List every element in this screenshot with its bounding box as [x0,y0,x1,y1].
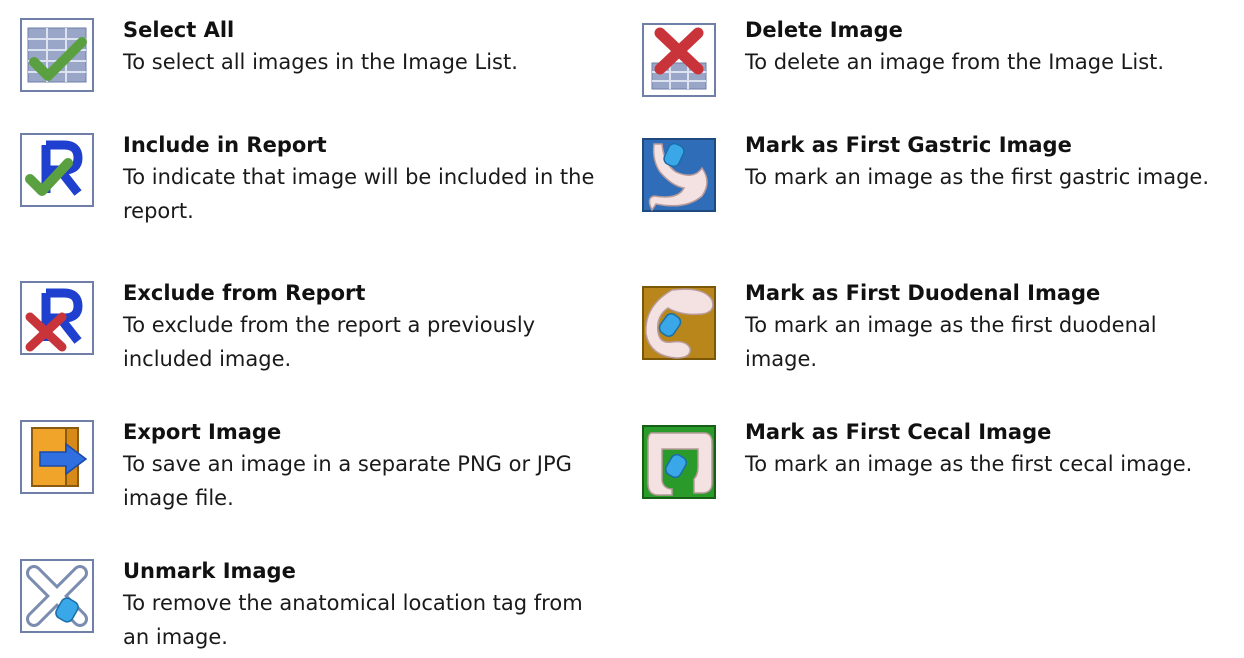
select-all-desc: To select all images in the Image List. [123,50,518,74]
first-duodenal-title: Mark as First Duodenal Image [745,281,1101,305]
delete-image-desc: To delete an image from the Image List. [745,50,1165,74]
entry-first-cecal: Mark as First Cecal Image To mark an ima… [642,417,1225,499]
first-duodenal-icon [642,281,716,360]
delete-image-title: Delete Image [745,18,903,42]
entry-delete-image: Delete Image To delete an image from the… [642,15,1225,97]
entry-include-in-report: Include in Report To indicate that image… [20,130,603,228]
exclude-from-report-title: Exclude from Report [123,281,366,305]
unmark-image-icon [20,559,94,633]
first-gastric-desc: To mark an image as the first gastric im… [745,165,1209,189]
entry-first-duodenal: Mark as First Duodenal Image To mark an … [642,278,1225,376]
entry-first-gastric: Mark as First Gastric Image To mark an i… [642,130,1225,212]
first-duodenal-desc: To mark an image as the first duodenal i… [745,313,1157,371]
entry-exclude-from-report: Exclude from Report To exclude from the … [20,278,603,376]
export-image-icon [20,420,94,494]
delete-image-icon [642,18,716,97]
first-gastric-icon [642,133,716,212]
first-gastric-title: Mark as First Gastric Image [745,133,1072,157]
export-image-desc: To save an image in a separate PNG or JP… [123,452,572,510]
exclude-from-report-icon [20,281,94,355]
entry-unmark-image: Unmark Image To remove the anatomical lo… [20,556,603,654]
unmark-image-desc: To remove the anatomical location tag fr… [123,591,583,649]
include-in-report-title: Include in Report [123,133,327,157]
entry-select-all: Select All To select all images in the I… [20,15,603,92]
include-in-report-icon [20,133,94,207]
unmark-image-title: Unmark Image [123,559,296,583]
first-cecal-icon [642,420,716,499]
include-in-report-desc: To indicate that image will be included … [123,165,595,223]
select-all-title: Select All [123,18,235,42]
first-cecal-title: Mark as First Cecal Image [745,420,1052,444]
entry-export-image: Export Image To save an image in a separ… [20,417,603,515]
first-cecal-desc: To mark an image as the first cecal imag… [745,452,1193,476]
export-image-title: Export Image [123,420,282,444]
exclude-from-report-desc: To exclude from the report a previously … [123,313,536,371]
select-all-icon [20,18,94,92]
